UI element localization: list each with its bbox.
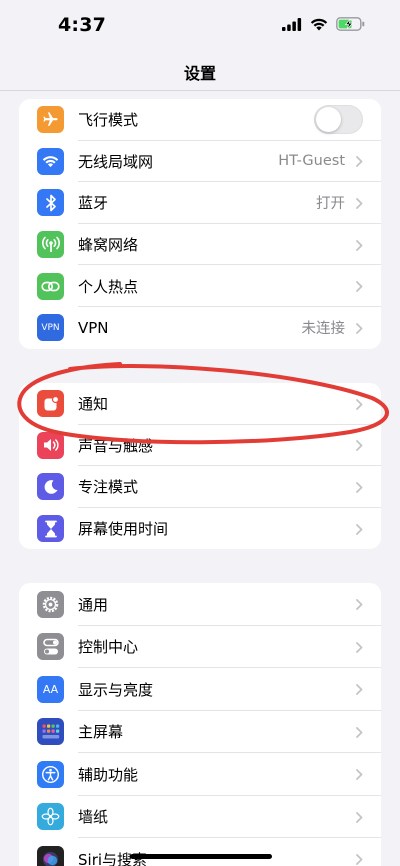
hotspot-icon bbox=[37, 272, 64, 300]
row-label: 通知 bbox=[78, 395, 109, 414]
row-label: 控制中心 bbox=[78, 638, 139, 657]
settings-group-notifications: 通知 声音与触感 专注模式 屏幕使用时间 bbox=[19, 383, 381, 550]
toggle-knob bbox=[316, 107, 341, 133]
row-label: 墙纸 bbox=[78, 808, 109, 827]
screen-time-icon bbox=[37, 515, 64, 543]
settings-row-sounds-haptics[interactable]: 声音与触感 bbox=[19, 425, 381, 467]
chevron-right-icon bbox=[356, 811, 363, 823]
accessibility-icon bbox=[37, 760, 64, 788]
status-bar: 4:37 bbox=[0, 0, 400, 54]
chevron-right-icon bbox=[356, 281, 363, 293]
vpn-icon: VPN bbox=[37, 314, 64, 342]
row-label: 显示与亮度 bbox=[78, 680, 154, 699]
chevron-right-icon bbox=[356, 769, 363, 781]
settings-row-cellular[interactable]: 蜂窝网络 bbox=[19, 224, 381, 266]
home-indicator bbox=[130, 854, 272, 859]
settings-row-personal-hotspot[interactable]: 个人热点 bbox=[19, 265, 381, 307]
row-label: 飞行模式 bbox=[78, 111, 139, 130]
settings-row-home-screen[interactable]: 主屏幕 bbox=[19, 711, 381, 753]
cellular-icon bbox=[37, 231, 64, 259]
settings-row-vpn[interactable]: VPN VPN 未连接 bbox=[19, 307, 381, 349]
signal-icon bbox=[282, 17, 302, 31]
sounds-icon bbox=[37, 431, 64, 459]
bluetooth-value: 打开 bbox=[316, 196, 345, 213]
settings-row-accessibility[interactable]: 辅助功能 bbox=[19, 753, 381, 796]
chevron-right-icon bbox=[356, 523, 363, 535]
wifi-network-value: HT-Guest bbox=[278, 153, 345, 170]
notifications-icon bbox=[37, 390, 64, 418]
chevron-right-icon bbox=[356, 854, 363, 866]
row-label: 声音与触感 bbox=[78, 436, 154, 455]
home-screen-icon bbox=[37, 718, 64, 746]
general-gear-icon bbox=[37, 590, 64, 618]
display-icon-text: AA bbox=[42, 682, 59, 696]
row-label: 辅助功能 bbox=[78, 765, 139, 784]
settings-row-focus[interactable]: 专注模式 bbox=[19, 466, 381, 508]
header-divider bbox=[0, 90, 400, 91]
row-label: 屏幕使用时间 bbox=[78, 520, 169, 539]
row-label: VPN bbox=[78, 318, 109, 337]
settings-row-general[interactable]: 通用 bbox=[19, 583, 381, 626]
settings-row-siri-search[interactable]: Siri与搜索 bbox=[19, 838, 381, 866]
battery-charging-icon bbox=[336, 17, 365, 31]
status-time: 4:37 bbox=[58, 14, 107, 36]
settings-group-connectivity: 飞行模式 无线局域网 HT-Guest 蓝牙 打开 蜂窝网络 个人热点 VPN … bbox=[19, 99, 381, 349]
vpn-status-value: 未连接 bbox=[301, 321, 346, 338]
row-label: 通用 bbox=[78, 595, 109, 614]
chevron-right-icon bbox=[356, 684, 363, 696]
chevron-right-icon bbox=[356, 322, 363, 334]
control-center-icon bbox=[37, 633, 64, 661]
settings-row-control-center[interactable]: 控制中心 bbox=[19, 626, 381, 668]
settings-row-screen-time[interactable]: 屏幕使用时间 bbox=[19, 508, 381, 550]
row-label: 蜂窝网络 bbox=[78, 236, 139, 255]
settings-row-notifications[interactable]: 通知 bbox=[19, 383, 381, 425]
chevron-right-icon bbox=[356, 599, 363, 611]
settings-group-general: 通用 控制中心 AA 显示与亮度 主屏幕 辅助功能 墙纸 Siri与搜索 bbox=[19, 583, 381, 866]
chevron-right-icon bbox=[356, 398, 363, 410]
chevron-right-icon bbox=[356, 482, 363, 493]
settings-row-airplane-mode[interactable]: 飞行模式 bbox=[19, 99, 381, 141]
chevron-right-icon bbox=[356, 156, 363, 168]
vpn-icon-text: VPN bbox=[41, 322, 60, 333]
row-label: 主屏幕 bbox=[78, 723, 124, 742]
row-label: 蓝牙 bbox=[78, 194, 109, 213]
settings-row-display-brightness[interactable]: AA 显示与亮度 bbox=[19, 668, 381, 711]
chevron-right-icon bbox=[356, 440, 363, 452]
page-title: 设置 bbox=[183, 64, 216, 83]
status-icons bbox=[282, 17, 366, 31]
airplane-mode-toggle[interactable] bbox=[314, 105, 363, 135]
settings-row-wallpaper[interactable]: 墙纸 bbox=[19, 796, 381, 838]
settings-row-wifi[interactable]: 无线局域网 HT-Guest bbox=[19, 141, 381, 183]
chevron-right-icon bbox=[356, 239, 363, 251]
row-label: 专注模式 bbox=[78, 478, 139, 497]
siri-icon bbox=[37, 845, 64, 866]
bluetooth-icon bbox=[37, 189, 64, 217]
chevron-right-icon bbox=[356, 641, 363, 653]
airplane-icon bbox=[37, 106, 64, 134]
row-label: 无线局域网 bbox=[78, 152, 154, 171]
focus-moon-icon bbox=[37, 473, 64, 501]
chevron-right-icon bbox=[356, 726, 363, 738]
display-brightness-icon: AA bbox=[37, 675, 64, 703]
settings-row-bluetooth[interactable]: 蓝牙 打开 bbox=[19, 182, 381, 224]
wifi-status-icon bbox=[310, 18, 328, 30]
chevron-right-icon bbox=[356, 198, 363, 209]
wallpaper-icon bbox=[37, 803, 64, 831]
row-label: 个人热点 bbox=[78, 277, 139, 296]
wifi-icon bbox=[37, 147, 64, 175]
